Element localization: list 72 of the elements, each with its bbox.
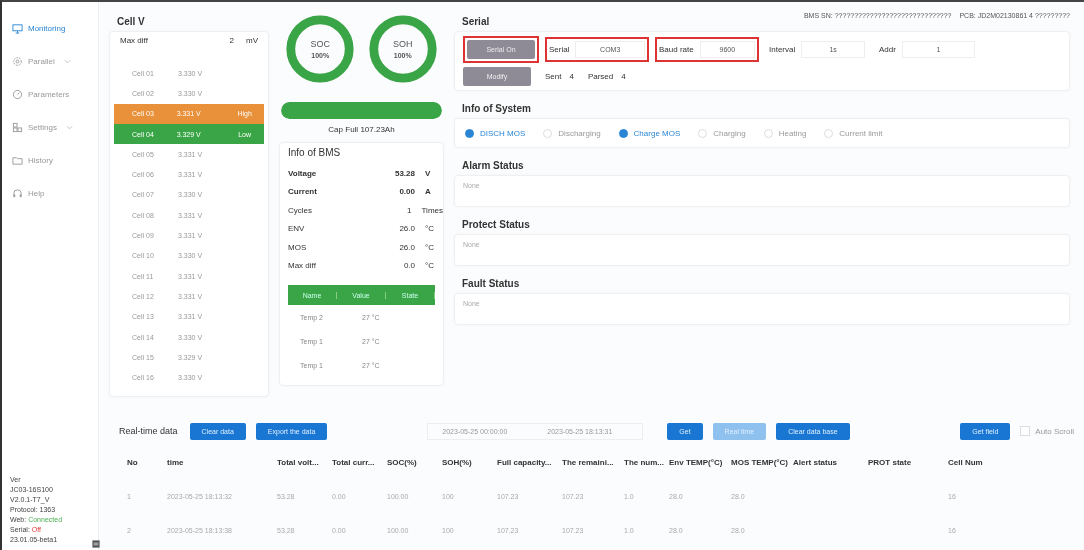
grid-icon [12,122,23,133]
column-header: No [126,457,139,467]
gauge-icon [12,89,23,100]
unit-text: °C [425,242,434,252]
info-value: 53.28 [393,168,415,178]
folder-icon [12,155,23,166]
section-title: Fault Status [462,278,521,289]
section-title: Alarm Status [462,160,525,171]
section-title: Info of BMS [288,147,342,158]
terminal-icon[interactable] [92,540,100,548]
sidebar-item[interactable]: Parallel [2,45,98,78]
column-header: SOH(%) [441,457,473,467]
gauge-label: SOC [310,39,330,49]
section-title: Real-time data [119,426,178,436]
sidebar-item[interactable]: Settings [2,111,98,144]
field-label: Serial [549,45,570,54]
flag-label: Charging [713,128,746,138]
monitor-icon [12,23,23,34]
unit-text: A [425,187,431,197]
unit-text: Times [421,205,443,215]
sent-count: 4 [569,72,574,81]
gauge-label: SOH [393,39,413,49]
field-label: Baud rate [659,45,694,54]
info-value: 26.0 [398,242,415,252]
flag-label: DISCH MOS [480,128,526,138]
capacity-label: Cap Full [328,125,359,134]
column-header: Cell Num [947,457,984,467]
flag-label: Current limit [839,128,883,138]
column-header: Total curr... [331,457,376,467]
headset-icon [12,188,23,199]
section-title: Cell V [117,16,146,27]
column-header: The remaini... [561,457,615,467]
checkbox[interactable] [1020,426,1031,436]
checkbox-label: Auto Scroll [1035,426,1074,436]
field-label: Interval [769,45,796,54]
flag-label: Charge MOS [633,128,681,138]
info-value: 26.0 [398,224,415,234]
capacity-value: 107.23Ah [360,125,395,134]
unit-text: °C [425,224,434,234]
info-label: MOS [288,242,308,252]
column-header: PROT state [867,457,913,467]
gear-icon [12,56,23,67]
field-label: Addr [879,45,896,54]
info-label: ENV [288,224,306,234]
max-diff-label: Max diff [120,36,148,45]
unit-text: V [425,168,431,178]
parsed-label: Parsed [587,72,614,81]
parsed-count: 4 [621,72,626,81]
info-value: 0.00 [398,187,415,197]
info-label: Current [288,187,318,197]
sent-label: Sent [545,72,562,81]
section-title: Info of System [462,103,532,114]
sidebar-item[interactable]: Monitoring [2,12,98,45]
section-title: Serial [462,16,490,27]
sidebar-item[interactable]: Parameters [2,78,98,111]
info-label: Voltage [288,168,318,178]
flag-label: Heating [778,128,807,138]
flag-label: Discharging [558,128,601,138]
info-value: 0.0 [402,261,415,271]
sidebar-item[interactable]: History [2,144,98,177]
column-header: SOC(%) [386,457,418,467]
column-header: Full capacity... [496,457,553,467]
unit-text: °C [425,261,434,271]
max-diff-value: 2 [229,36,234,45]
section-title: Protect Status [462,219,531,230]
column-header: time [166,457,185,467]
info-value: 1 [406,205,412,215]
info-label: Cycles [288,205,313,215]
info-label: Max diff [288,261,317,271]
unit-text: mV [246,36,258,45]
sidebar-item[interactable]: Help [2,177,98,210]
column-header: Total volt... [276,457,320,467]
